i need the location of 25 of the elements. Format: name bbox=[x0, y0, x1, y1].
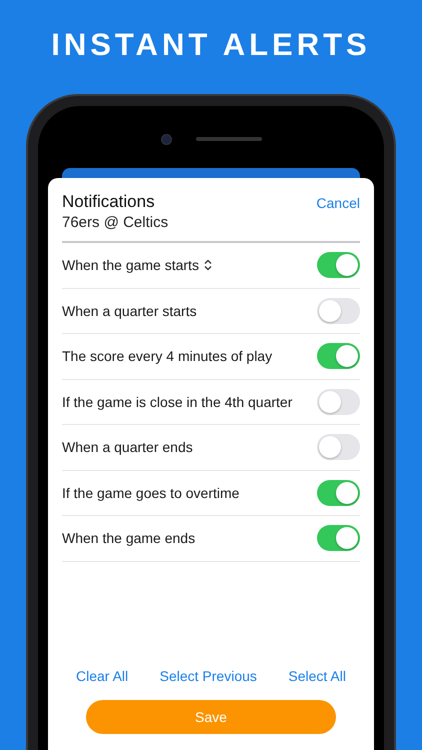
toggle-switch[interactable] bbox=[317, 252, 360, 278]
toggle-switch[interactable] bbox=[317, 525, 360, 552]
text-link[interactable]: Select All bbox=[288, 668, 346, 684]
setting-label: If the game goes to overtime bbox=[62, 484, 240, 501]
setting-label: When a quarter starts bbox=[62, 302, 197, 319]
toggle-switch[interactable] bbox=[317, 388, 360, 415]
speaker-grille bbox=[196, 137, 262, 141]
up-down-chevron-icon[interactable] bbox=[204, 259, 212, 272]
cancel-button[interactable]: Cancel bbox=[316, 195, 360, 211]
camera-icon bbox=[160, 134, 172, 145]
toggle-switch[interactable] bbox=[317, 434, 360, 460]
setting-label: When the game ends bbox=[62, 530, 196, 546]
toggle-switch[interactable] bbox=[317, 343, 360, 370]
sheet-title: Notifications bbox=[62, 192, 156, 212]
setting-label: When a quarter ends bbox=[62, 439, 193, 456]
headline: INSTANT ALERTS bbox=[50, 26, 372, 64]
save-button[interactable]: Save bbox=[86, 700, 336, 734]
text-link[interactable]: Clear All bbox=[76, 668, 128, 684]
setting-label: When the game starts bbox=[62, 257, 199, 274]
text-link[interactable]: Select Previous bbox=[160, 668, 257, 684]
setting-label: The score every 4 minutes of play bbox=[62, 348, 272, 364]
setting-label: If the game is close in the 4th quarter bbox=[62, 394, 292, 410]
game-subtitle: 76ers @ Celtics bbox=[62, 214, 168, 231]
toggle-switch[interactable] bbox=[317, 298, 360, 324]
toggle-switch[interactable] bbox=[317, 480, 360, 506]
